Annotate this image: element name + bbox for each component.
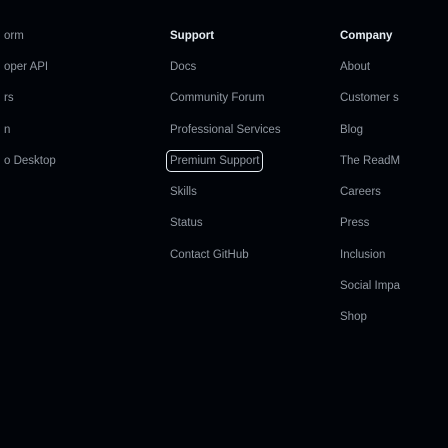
footer-link-social-impact[interactable]: Social Impa — [340, 279, 400, 293]
footer-heading-company: Company — [340, 30, 393, 42]
footer-link-blog[interactable]: Blog — [340, 123, 363, 137]
footer-link-community-forum[interactable]: Community Forum — [170, 91, 265, 105]
footer-link-github-desktop[interactable]: o Desktop — [4, 154, 56, 168]
footer-link-professional-services[interactable]: Professional Services — [170, 123, 281, 137]
footer-link-skills[interactable]: Skills — [170, 185, 197, 199]
footer-link-partners[interactable]: rs — [4, 91, 14, 105]
footer-link-inclusion[interactable]: Inclusion — [340, 248, 385, 262]
footer-heading-support: Support — [170, 30, 215, 42]
footer-link-press[interactable]: Press — [340, 216, 369, 230]
footer-link-contact-github[interactable]: Contact GitHub — [170, 248, 249, 262]
footer-link-about[interactable]: About — [340, 60, 370, 74]
footer-link-the-readme[interactable]: The ReadM — [340, 154, 400, 168]
footer-link-docs[interactable]: Docs — [170, 60, 196, 74]
footer-link-status[interactable]: Status — [170, 216, 203, 230]
footer-link-premium-support[interactable]: Premium Support — [165, 150, 264, 172]
footer-link-careers[interactable]: Careers — [340, 185, 381, 199]
footer-link-shop[interactable]: Shop — [340, 310, 367, 324]
site-footer: orm oper API rs n o Desktop Support Docs… — [0, 0, 448, 448]
footer-link-education[interactable]: n — [4, 123, 10, 137]
footer-link-platform[interactable]: orm — [4, 29, 24, 43]
footer-link-developer-api[interactable]: oper API — [4, 60, 48, 74]
footer-link-customer-stories[interactable]: Customer s — [340, 91, 399, 105]
